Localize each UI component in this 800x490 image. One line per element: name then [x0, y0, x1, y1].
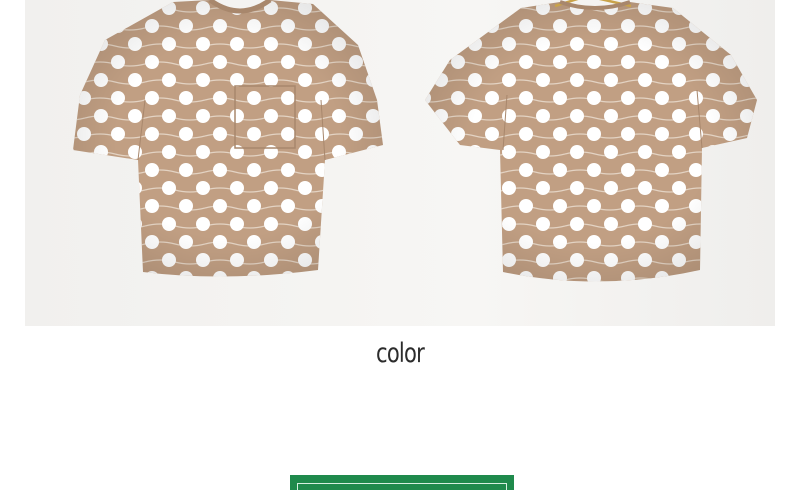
green-banner-inner-border	[297, 483, 507, 490]
front-tshirt	[73, 0, 383, 277]
product-detail-page: color	[0, 0, 800, 490]
back-tshirt	[425, 0, 757, 282]
product-photo	[25, 0, 775, 326]
tshirt-illustration	[73, 0, 757, 282]
section-title: color	[376, 338, 425, 369]
green-banner-button[interactable]	[290, 475, 514, 490]
